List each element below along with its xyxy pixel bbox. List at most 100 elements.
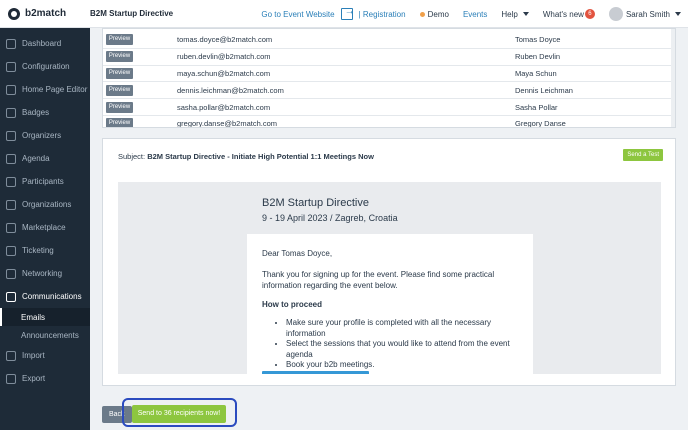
store-icon bbox=[6, 222, 16, 233]
building-icon bbox=[6, 199, 16, 210]
ticket-icon bbox=[6, 245, 16, 256]
table-scrollbar[interactable] bbox=[671, 29, 675, 127]
sidebar-item-label: Marketplace bbox=[22, 223, 66, 232]
b2match-logo[interactable]: b2match bbox=[0, 7, 90, 20]
recipient-name: Maya Schun bbox=[515, 68, 557, 78]
recipient-name: Gregory Danse bbox=[515, 119, 566, 128]
table-row: Preview sasha.pollar@b2match.com Sasha P… bbox=[103, 99, 675, 116]
status-dot-icon bbox=[419, 11, 425, 17]
table-row: Preview gregory.danse@b2match.com Gregor… bbox=[103, 116, 675, 128]
user-name: Sarah Smith bbox=[625, 9, 670, 19]
subject-text: B2M Startup Directive - Initiate High Po… bbox=[147, 152, 374, 161]
event-website-link[interactable]: Go to Event Website | Registration bbox=[254, 6, 412, 20]
sidebar-item-marketplace[interactable]: Marketplace bbox=[0, 216, 90, 239]
email-subject: Subject: B2M Startup Directive - Initiat… bbox=[118, 152, 374, 161]
registration-link[interactable]: | Registration bbox=[359, 10, 406, 19]
badge-icon bbox=[6, 107, 16, 118]
preview-button[interactable]: Preview bbox=[106, 34, 133, 46]
demo-link[interactable]: Demo bbox=[413, 10, 456, 19]
sidebar-item-label: Participants bbox=[22, 177, 64, 186]
list-item: Book your b2b meetings. bbox=[286, 360, 518, 371]
sidebar-item-organizations[interactable]: Organizations bbox=[0, 193, 90, 216]
sidebar-item-label: Badges bbox=[22, 108, 50, 117]
help-menu[interactable]: Help bbox=[494, 10, 535, 19]
recipient-email: dennis.leichman@b2match.com bbox=[177, 85, 284, 95]
send-test-button[interactable]: Send a Test bbox=[623, 149, 663, 161]
user-icon bbox=[6, 176, 16, 187]
table-row: Preview maya.schun@b2match.com Maya Schu… bbox=[103, 66, 675, 83]
sidebar-item-import[interactable]: Import bbox=[0, 344, 90, 367]
chevron-down-icon bbox=[522, 12, 529, 16]
sidebar-item-organizers[interactable]: Organizers bbox=[0, 124, 90, 147]
list-item: Make sure your profile is completed with… bbox=[286, 318, 518, 339]
user-menu[interactable]: Sarah Smith bbox=[602, 7, 688, 21]
whats-new-label: What's new bbox=[542, 9, 584, 19]
exit-icon bbox=[340, 6, 355, 20]
events-link[interactable]: Events bbox=[456, 10, 494, 19]
gear-icon bbox=[6, 61, 16, 72]
recipient-email: tomas.doyce@b2match.com bbox=[177, 35, 273, 45]
preview-button[interactable]: Preview bbox=[106, 101, 133, 113]
preview-button[interactable]: Preview bbox=[106, 84, 133, 96]
sidebar-item-export[interactable]: Export bbox=[0, 367, 90, 390]
list-item: Select the sessions that you would like … bbox=[286, 339, 518, 360]
sidebar-item-badges[interactable]: Badges bbox=[0, 101, 90, 124]
recipients-table[interactable]: Preview tomas.doyce@b2match.com Tomas Do… bbox=[102, 28, 676, 128]
help-label: Help bbox=[501, 9, 518, 19]
highlight-outline bbox=[122, 398, 237, 427]
sidebar-item-label: Configuration bbox=[22, 62, 70, 71]
table-row: Preview tomas.doyce@b2match.com Tomas Do… bbox=[103, 32, 675, 49]
people-icon bbox=[6, 130, 16, 141]
email-heading: How to proceed bbox=[262, 300, 323, 309]
preview-button[interactable]: Preview bbox=[106, 67, 133, 79]
recipient-name: Ruben Devlin bbox=[515, 52, 561, 62]
preview-button[interactable]: Preview bbox=[106, 118, 133, 127]
sidebar: Dashboard Configuration Home Page Editor… bbox=[0, 28, 90, 430]
recipient-email: sasha.pollar@b2match.com bbox=[177, 102, 271, 112]
email-content: Dear Tomas Doyce, Thank you for signing … bbox=[247, 234, 533, 374]
table-row: Preview dennis.leichman@b2match.com Denn… bbox=[103, 82, 675, 100]
logo-text: b2match bbox=[25, 8, 67, 19]
sidebar-item-ticketing[interactable]: Ticketing bbox=[0, 239, 90, 262]
sidebar-item-label: Organizations bbox=[22, 200, 72, 209]
main-content: Preview tomas.doyce@b2match.com Tomas Do… bbox=[90, 28, 688, 430]
sidebar-item-label: Export bbox=[22, 374, 46, 383]
top-nav: Go to Event Website | Registration Demo … bbox=[254, 0, 688, 28]
demo-label: Demo bbox=[427, 9, 449, 19]
sidebar-item-label: Organizers bbox=[22, 131, 62, 140]
sidebar-item-dashboard[interactable]: Dashboard bbox=[0, 32, 90, 55]
sidebar-item-label: Communications bbox=[22, 292, 82, 301]
top-bar: b2match B2M Startup Directive Go to Even… bbox=[0, 0, 688, 28]
email-preview-card: Subject: B2M Startup Directive - Initiat… bbox=[102, 138, 676, 386]
sidebar-item-communications[interactable]: Communications bbox=[0, 285, 90, 308]
event-name: B2M Startup Directive bbox=[90, 9, 174, 18]
sidebar-item-label: Import bbox=[22, 351, 45, 360]
network-icon bbox=[6, 268, 16, 279]
calendar-icon bbox=[6, 153, 16, 164]
import-icon bbox=[6, 350, 16, 361]
table-row: Preview ruben.devlin@b2match.com Ruben D… bbox=[103, 49, 675, 66]
sidebar-subitem-announcements[interactable]: Announcements bbox=[0, 326, 90, 344]
sidebar-item-home-page-editor[interactable]: Home Page Editor bbox=[0, 78, 90, 101]
event-date: 9 - 19 April 2023 / Zagreb, Croatia bbox=[262, 213, 398, 223]
whats-new-link[interactable]: What's new 6 bbox=[536, 9, 602, 19]
chevron-down-icon bbox=[675, 12, 681, 16]
preview-button[interactable]: Preview bbox=[106, 51, 133, 63]
recipient-email: ruben.devlin@b2match.com bbox=[177, 52, 271, 62]
pencil-icon bbox=[6, 84, 16, 95]
recipient-email: gregory.danse@b2match.com bbox=[177, 119, 278, 128]
email-body-preview: B2M Startup Directive 9 - 19 April 2023 … bbox=[118, 182, 661, 374]
event-title: B2M Startup Directive bbox=[262, 197, 369, 209]
sidebar-item-label: Agenda bbox=[22, 154, 50, 163]
sidebar-subitem-emails[interactable]: Emails bbox=[0, 308, 90, 326]
event-website-label: Go to Event Website bbox=[261, 9, 335, 19]
sidebar-item-networking[interactable]: Networking bbox=[0, 262, 90, 285]
sidebar-item-configuration[interactable]: Configuration bbox=[0, 55, 90, 78]
dashboard-icon bbox=[6, 38, 16, 49]
recipient-name: Dennis Leichman bbox=[515, 85, 573, 95]
sidebar-item-label: Ticketing bbox=[22, 246, 54, 255]
sidebar-item-participants[interactable]: Participants bbox=[0, 170, 90, 193]
email-cta-button[interactable] bbox=[262, 371, 369, 374]
sidebar-item-agenda[interactable]: Agenda bbox=[0, 147, 90, 170]
b2match-logo-icon bbox=[8, 7, 20, 20]
